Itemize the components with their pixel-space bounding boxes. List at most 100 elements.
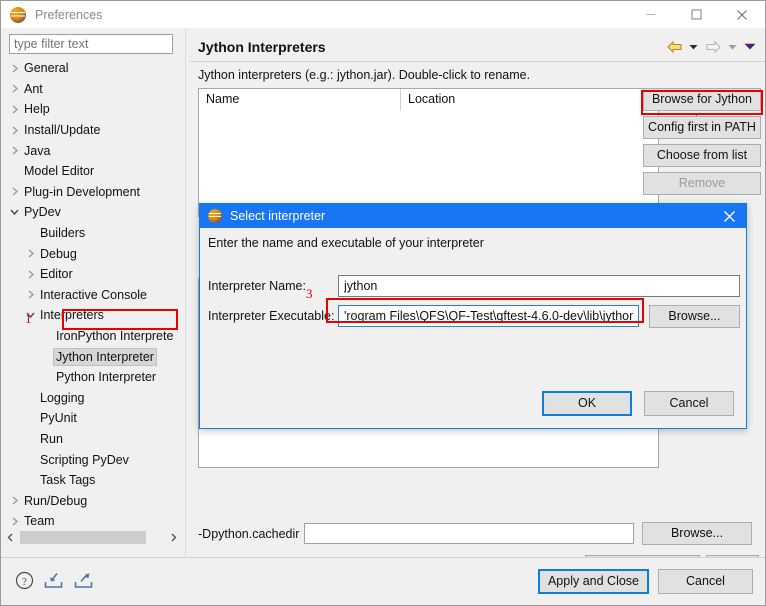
sidebar-item-scripting-pydev[interactable]: Scripting PyDev: [1, 449, 185, 470]
navigation-toolbar: [664, 38, 758, 56]
executable-browse-button[interactable]: Browse...: [648, 304, 740, 328]
cancel-button[interactable]: Cancel: [658, 569, 753, 594]
cachedir-browse-button[interactable]: Browse...: [642, 522, 752, 545]
chevron-right-icon[interactable]: [8, 84, 21, 93]
sidebar-item-label: PyUnit: [40, 411, 77, 426]
sidebar-item-help[interactable]: Help: [1, 99, 185, 120]
chevron-right-icon[interactable]: [24, 290, 37, 299]
interpreter-executable-label: Interpreter Executable:: [208, 309, 335, 323]
dialog-ok-button[interactable]: OK: [542, 391, 632, 416]
sidebar-item-label: Logging: [40, 390, 85, 405]
maximize-icon[interactable]: [673, 1, 719, 28]
sidebar-item-general[interactable]: General: [1, 58, 185, 79]
eclipse-icon: [208, 209, 222, 223]
header-divider: [190, 61, 765, 62]
sidebar-item-label: IronPython Interprete: [56, 329, 174, 344]
choose-from-list-button[interactable]: Choose from list: [643, 144, 761, 167]
sidebar-item-model-editor[interactable]: Model Editor: [1, 161, 185, 182]
window-titlebar: Preferences: [1, 1, 765, 28]
sidebar-item-label: Run: [40, 431, 63, 446]
close-icon[interactable]: [719, 1, 765, 28]
sidebar-horizontal-scrollbar[interactable]: [3, 530, 181, 545]
back-chevron-down-icon[interactable]: [687, 38, 700, 56]
dialog-cancel-button[interactable]: Cancel: [644, 391, 734, 416]
sidebar-item-pydev[interactable]: PyDev: [1, 202, 185, 223]
sidebar-item-logging[interactable]: Logging: [1, 388, 185, 409]
interpreter-name-field[interactable]: [338, 275, 740, 297]
view-menu-icon[interactable]: [742, 38, 758, 56]
table-header-row: Name Location: [199, 89, 658, 111]
column-header-location[interactable]: Location: [401, 89, 648, 110]
scroll-left-icon[interactable]: [3, 530, 18, 545]
chevron-right-icon[interactable]: [24, 249, 37, 258]
scroll-track[interactable]: [18, 530, 166, 545]
main-header: Jython Interpreters: [190, 33, 765, 60]
svg-text:?: ?: [22, 575, 27, 587]
preferences-window: Preferences General Ant Help Install/Update…: [0, 0, 766, 606]
bottom-buttons: Apply and Close Cancel: [537, 569, 753, 594]
sidebar-item-install-update[interactable]: Install/Update: [1, 120, 185, 141]
interpreter-action-buttons: Browse for Jython jarConfig first in PAT…: [643, 88, 761, 200]
sidebar-item-label: Help: [24, 102, 50, 117]
interpreter-executable-field[interactable]: [338, 305, 639, 327]
sidebar-item-label: General: [24, 61, 69, 76]
chevron-right-icon[interactable]: [8, 64, 21, 73]
bottom-bar: ? Apply and Close Cancel: [1, 558, 765, 605]
panel-divider[interactable]: [185, 28, 186, 557]
sidebar-item-python-interpreter[interactable]: Python Interpreter: [1, 367, 185, 388]
sidebar-panel: General Ant Help Install/Update Java Model Ed…: [1, 28, 185, 557]
sidebar-item-jython-interpreter[interactable]: Jython Interpreter: [1, 346, 185, 367]
chevron-right-icon[interactable]: [8, 517, 21, 526]
filter-input[interactable]: [9, 34, 173, 54]
chevron-down-icon[interactable]: [8, 208, 21, 216]
sidebar-item-ant[interactable]: Ant: [1, 79, 185, 100]
chevron-right-icon[interactable]: [8, 496, 21, 505]
sidebar-item-label: Scripting PyDev: [40, 452, 129, 467]
sidebar-item-java[interactable]: Java: [1, 140, 185, 161]
sidebar-item-editor[interactable]: Editor: [1, 264, 185, 285]
interpreter-executable-row: Interpreter Executable: Browse...: [208, 304, 740, 328]
window-controls: [627, 1, 765, 28]
scroll-right-icon[interactable]: [166, 530, 181, 545]
dialog-close-icon[interactable]: [712, 204, 746, 228]
config-first-in-path-button[interactable]: Config first in PATH: [643, 116, 761, 139]
page-hint: Jython interpreters (e.g.: jython.jar). …: [198, 68, 531, 82]
minimize-icon[interactable]: [627, 1, 673, 28]
chevron-right-icon[interactable]: [8, 146, 21, 155]
chevron-right-icon[interactable]: [8, 105, 21, 114]
sidebar-item-pyunit[interactable]: PyUnit: [1, 408, 185, 429]
cachedir-input[interactable]: [304, 523, 634, 544]
preferences-tree[interactable]: General Ant Help Install/Update Java Model Ed…: [1, 58, 185, 528]
dialog-title: Select interpreter: [230, 209, 326, 223]
apply-and-close-button[interactable]: Apply and Close: [537, 569, 649, 594]
back-arrow-icon[interactable]: [664, 38, 684, 56]
sidebar-item-builders[interactable]: Builders: [1, 223, 185, 244]
sidebar-item-label: Interactive Console: [40, 287, 148, 302]
chevron-right-icon[interactable]: [8, 187, 21, 196]
browse-for-jython-jar-button[interactable]: Browse for Jython jar: [643, 88, 761, 127]
forward-arrow-icon[interactable]: [703, 38, 723, 56]
sidebar-item-plug-in-development[interactable]: Plug-in Development: [1, 182, 185, 203]
sidebar-item-task-tags[interactable]: Task Tags: [1, 470, 185, 491]
import-icon[interactable]: [43, 571, 64, 593]
forward-chevron-down-icon[interactable]: [726, 38, 739, 56]
column-header-name[interactable]: Name: [199, 89, 401, 110]
interpreter-name-row: Interpreter Name:: [208, 274, 740, 298]
annotation-number-1: 1: [25, 311, 32, 326]
chevron-right-icon[interactable]: [8, 126, 21, 135]
chevron-right-icon[interactable]: [24, 270, 37, 279]
annotation-number-3: 3: [306, 286, 313, 301]
sidebar-item-label: Builders: [40, 226, 86, 241]
help-icon[interactable]: ?: [15, 571, 34, 593]
sidebar-item-debug[interactable]: Debug: [1, 243, 185, 264]
window-title: Preferences: [35, 7, 103, 22]
sidebar-item-interactive-console[interactable]: Interactive Console: [1, 285, 185, 306]
interpreters-table[interactable]: Name Location: [198, 88, 659, 217]
sidebar-item-run[interactable]: Run: [1, 429, 185, 450]
scroll-thumb[interactable]: [20, 531, 146, 544]
sidebar-item-label: Java: [24, 143, 51, 158]
export-icon[interactable]: [73, 571, 94, 593]
sidebar-item-ironpython-interprete[interactable]: IronPython Interprete: [1, 326, 185, 347]
sidebar-item-team[interactable]: Team: [1, 511, 185, 528]
sidebar-item-run-debug[interactable]: Run/Debug: [1, 490, 185, 511]
